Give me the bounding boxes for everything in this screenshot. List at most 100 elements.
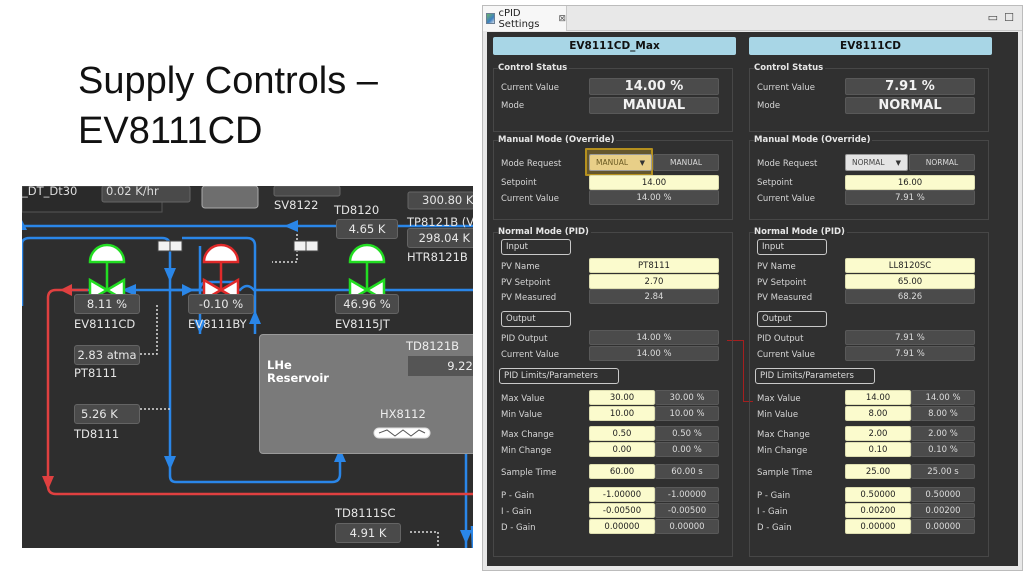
param-setpoint-input[interactable]: 0.00 — [589, 442, 655, 457]
valve-ev8111by-icon[interactable] — [202, 243, 240, 303]
pid-output-label: PID Output — [757, 334, 804, 344]
sensor-name-label: TD8111SC — [335, 506, 396, 520]
sensor-value-box: 4.65 K — [336, 219, 398, 239]
flow-arrow-down-icon — [164, 456, 176, 470]
setpoint-input[interactable]: 16.00 — [845, 175, 975, 190]
pv-setpoint-input[interactable]: 65.00 — [845, 274, 975, 289]
tab-cpid-settings[interactable]: cPID Settings ⊠ — [483, 6, 567, 31]
mode-request-selected: NORMAL — [852, 158, 885, 167]
current-value-readout: 14.00 % — [589, 346, 719, 361]
pid-output-readout: 7.91 % — [845, 330, 975, 345]
setpoint-input[interactable]: 14.00 — [589, 175, 719, 190]
controller-header: EV8111CD_Max — [493, 37, 736, 55]
chevron-down-icon: ▼ — [639, 159, 645, 167]
param-setpoint-input[interactable]: 14.00 — [845, 390, 911, 405]
param-label: Max Change — [501, 430, 554, 440]
pid-limits-button[interactable]: PID Limits/Parameters — [755, 368, 875, 384]
valve-ev8115jt-icon[interactable] — [348, 243, 386, 303]
param-label: Min Value — [501, 410, 543, 420]
param-readback: 8.00 % — [911, 406, 975, 421]
valve-value-box[interactable]: 46.96 % — [335, 294, 399, 314]
minimize-icon[interactable]: ▭ — [988, 11, 998, 24]
current-value-readout: 14.00 % — [589, 190, 719, 205]
param-setpoint-input[interactable]: 30.00 — [589, 390, 655, 405]
param-setpoint-input[interactable]: 0.00000 — [845, 519, 911, 534]
current-value-label: Current Value — [757, 194, 815, 204]
param-setpoint-input[interactable]: -1.00000 — [589, 487, 655, 502]
param-setpoint-input[interactable]: 0.00200 — [845, 503, 911, 518]
input-section-button[interactable]: Input — [757, 239, 827, 255]
param-setpoint-input[interactable]: -0.00500 — [589, 503, 655, 518]
param-readback: 14.00 % — [911, 390, 975, 405]
pv-name-label: PV Name — [757, 262, 796, 272]
valve-name-label: EV8111CD — [74, 317, 136, 331]
slide-title-line2: EV8111CD — [78, 110, 263, 152]
param-readback: 2.00 % — [911, 426, 975, 441]
pv-name-label: PV Name — [501, 262, 540, 272]
current-value-label: Current Value — [757, 83, 815, 93]
sensor-name-label: TD8120 — [334, 203, 380, 217]
cpid-body: EV8111CD_Max Control Status Current Valu… — [487, 32, 1018, 566]
input-section-button[interactable]: Input — [501, 239, 571, 255]
param-label: I - Gain — [501, 507, 532, 517]
cpid-settings-window: cPID Settings ⊠ ▭ ☐ EV8111CD_Max Control… — [482, 5, 1023, 571]
flow-arrow-left-icon — [60, 284, 72, 296]
valve-ev8111cd-icon[interactable] — [88, 243, 126, 303]
sv-button[interactable] — [201, 186, 259, 209]
param-setpoint-input[interactable]: 0.50000 — [845, 487, 911, 502]
mode-request-label: Mode Request — [757, 159, 818, 169]
mode-label: Mode — [757, 101, 781, 111]
param-readback: 0.00000 — [911, 519, 975, 534]
pv-name-input[interactable]: LL8120SC — [845, 258, 975, 273]
group-title: Manual Mode (Override) — [754, 135, 873, 145]
controller-header: EV8111CD — [749, 37, 992, 55]
sensor-name-label: TD8111 — [74, 427, 120, 441]
param-setpoint-input[interactable]: 0.50 — [589, 426, 655, 441]
valve-value-box[interactable]: 8.11 % — [74, 294, 140, 314]
valve-value-box[interactable]: -0.10 % — [188, 294, 254, 314]
output-section-button[interactable]: Output — [757, 311, 827, 327]
current-value-readout: 7.91 % — [845, 78, 975, 95]
mode-label: Mode — [501, 101, 525, 111]
valve-name-label: EV8111BY — [188, 317, 247, 331]
param-label: P - Gain — [501, 491, 535, 501]
pv-measured-label: PV Measured — [757, 293, 813, 303]
top-right-value: 300.80 K — [422, 193, 473, 207]
tab-title: cPID Settings — [498, 7, 540, 30]
reservoir-sensor-value: 9.22 K — [408, 356, 473, 376]
heat-exchanger-label: HX8112 — [380, 407, 426, 421]
pv-name-input[interactable]: PT8111 — [589, 258, 719, 273]
mode-request-dropdown[interactable]: NORMAL ▼ — [845, 154, 908, 171]
param-setpoint-input[interactable]: 8.00 — [845, 406, 911, 421]
group-title: Manual Mode (Override) — [498, 135, 617, 145]
current-value-label: Current Value — [501, 194, 559, 204]
param-readback: 25.00 s — [911, 464, 975, 479]
maximize-icon[interactable]: ☐ — [1004, 11, 1014, 24]
param-readback: 0.00000 — [655, 519, 719, 534]
param-setpoint-input[interactable]: 0.10 — [845, 442, 911, 457]
param-label: D - Gain — [757, 523, 792, 533]
current-value-label: Current Value — [501, 350, 559, 360]
param-label: Max Value — [757, 394, 801, 404]
param-readback: -0.00500 — [655, 503, 719, 518]
param-readback: 60.00 s — [655, 464, 719, 479]
param-setpoint-input[interactable]: 60.00 — [589, 464, 655, 479]
output-section-button[interactable]: Output — [501, 311, 571, 327]
mode-request-dropdown[interactable]: MANUAL ▼ — [589, 154, 652, 171]
param-setpoint-input[interactable]: 25.00 — [845, 464, 911, 479]
pid-limits-button[interactable]: PID Limits/Parameters — [499, 368, 619, 384]
pv-setpoint-input[interactable]: 2.70 — [589, 274, 719, 289]
param-setpoint-input[interactable]: 0.00000 — [589, 519, 655, 534]
param-setpoint-input[interactable]: 10.00 — [589, 406, 655, 421]
pv-setpoint-label: PV Setpoint — [501, 278, 551, 288]
tab-close-icon[interactable]: ⊠ — [558, 14, 566, 24]
cpid-app-icon — [486, 13, 496, 24]
param-label: Sample Time — [757, 468, 813, 478]
param-setpoint-input[interactable]: 2.00 — [845, 426, 911, 441]
group-title: Normal Mode (PID) — [498, 227, 591, 237]
param-label: D - Gain — [501, 523, 536, 533]
current-value-label: Current Value — [501, 83, 559, 93]
param-readback: 30.00 % — [655, 390, 719, 405]
valve-name-label: EV8115JT — [335, 317, 390, 331]
current-value-label: Current Value — [757, 350, 815, 360]
